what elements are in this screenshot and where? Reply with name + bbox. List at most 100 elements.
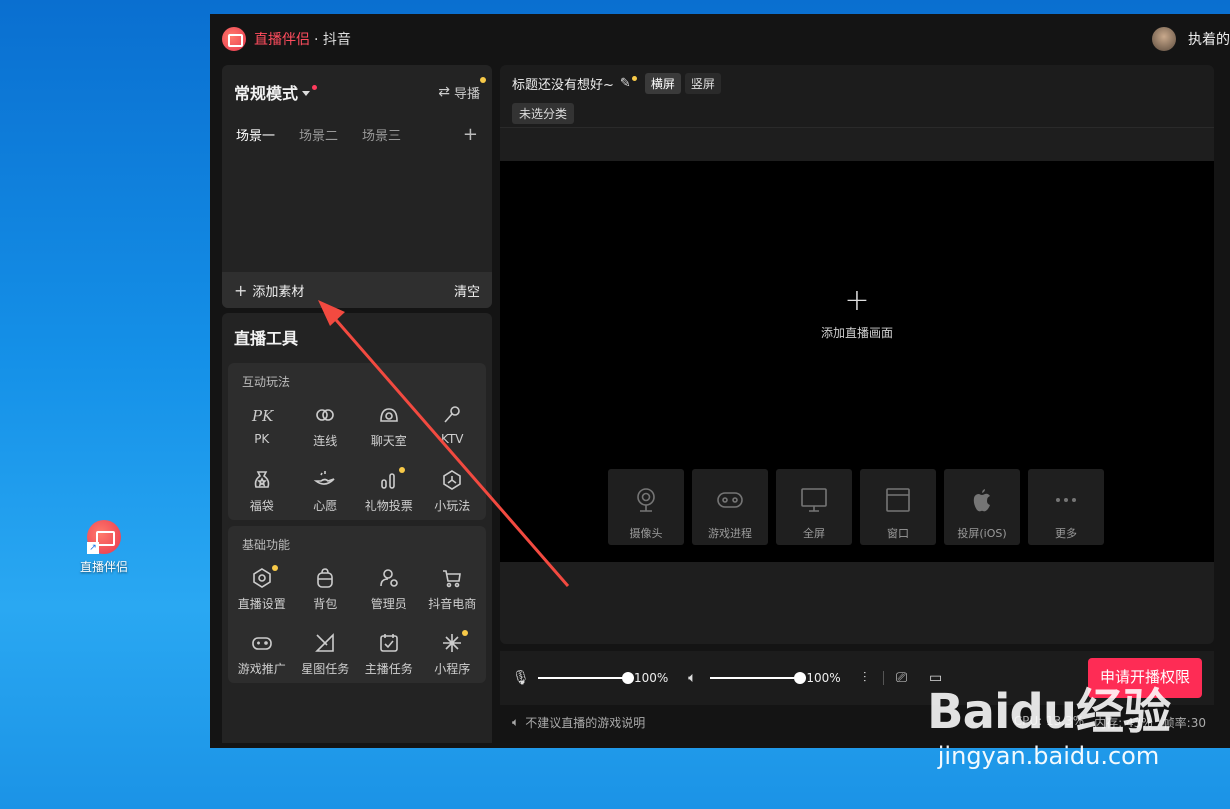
group-label: 互动玩法	[242, 375, 291, 389]
tool-backpack[interactable]: 背包	[294, 565, 358, 612]
tool-link[interactable]: 连线	[294, 402, 358, 449]
live-tools-panel: 直播工具 互动玩法 PK PK 连线 聊天室 KTV 福袋 心愿 礼物投票 小玩…	[222, 313, 492, 743]
microphone-icon	[421, 402, 485, 428]
chevron-down-icon[interactable]	[302, 91, 311, 96]
tool-pk[interactable]: PK PK	[230, 402, 294, 449]
landscape-button[interactable]: 横屏	[644, 73, 681, 94]
tool-label: 主播任务	[364, 662, 413, 676]
tab-scene-3[interactable]: 场景三	[362, 125, 401, 144]
portrait-button[interactable]: 竖屏	[684, 73, 721, 94]
link-icon	[294, 402, 358, 428]
source-fullscreen[interactable]: 全屏	[776, 469, 852, 545]
tool-label: 小程序	[434, 662, 471, 676]
chatroom-icon	[357, 402, 421, 428]
preview-canvas[interactable]: + 添加直播画面 摄像头 游戏进程 全屏 窗口 投屏(iOS) 更多	[500, 161, 1214, 562]
add-scene-icon[interactable]: +	[463, 124, 478, 145]
mic-volume-value: 100%	[634, 671, 669, 685]
source-window[interactable]: 窗口	[860, 469, 936, 545]
source-label: 游戏进程	[708, 527, 752, 540]
tool-chatroom[interactable]: 聊天室	[357, 402, 421, 449]
material-bar: + 添加素材 清空	[222, 272, 492, 308]
category-badge[interactable]: 未选分类	[512, 103, 575, 124]
mic-volume-slider[interactable]	[538, 672, 634, 684]
source-label: 更多	[1055, 527, 1077, 540]
admin-icon	[357, 565, 421, 591]
tool-mini-program[interactable]: 小程序	[421, 630, 485, 677]
lucky-bag-icon	[230, 467, 294, 493]
tool-game-promo[interactable]: 游戏推广	[230, 630, 294, 677]
tab-scene-1[interactable]: 场景一	[236, 125, 275, 144]
tool-ktv[interactable]: KTV	[421, 402, 485, 449]
settings-icon	[230, 565, 294, 591]
plus-icon: +	[844, 283, 870, 318]
source-camera[interactable]: 摄像头	[608, 469, 684, 545]
app-logo-icon	[222, 27, 246, 51]
tool-ecommerce[interactable]: 抖音电商	[421, 565, 485, 612]
speaker-volume-value: 100%	[806, 671, 841, 685]
clear-button[interactable]: 清空	[454, 281, 480, 300]
tool-label: 连线	[313, 434, 338, 448]
pk-icon: PK	[230, 402, 294, 428]
platform-name: · 抖音	[314, 32, 351, 48]
source-more[interactable]: 更多	[1028, 469, 1104, 545]
source-label: 投屏(iOS)	[957, 527, 1007, 540]
tool-gift-vote[interactable]: 礼物投票	[357, 467, 421, 514]
task-icon	[357, 630, 421, 656]
source-game-process[interactable]: 游戏进程	[692, 469, 768, 545]
tool-star-map[interactable]: 星图任务	[294, 630, 358, 677]
watermark-url: jingyan.baidu.com	[937, 742, 1160, 770]
tab-scene-2[interactable]: 场景二	[299, 125, 338, 144]
group-label: 基础功能	[242, 538, 291, 552]
gamepad-icon	[230, 630, 294, 656]
tool-label: 福袋	[249, 499, 274, 513]
user-menu[interactable]: 执着的	[1152, 27, 1230, 51]
edit-icon[interactable]: ✎	[620, 76, 637, 91]
tool-admin[interactable]: 管理员	[357, 565, 421, 612]
add-view-button[interactable]: + 添加直播画面	[500, 286, 1214, 341]
slider-knob[interactable]	[622, 672, 634, 684]
tool-lucky-bag[interactable]: 福袋	[230, 467, 294, 514]
slider-knob[interactable]	[794, 672, 807, 684]
username: 执着的	[1188, 32, 1230, 48]
tool-label: 游戏推广	[237, 662, 286, 676]
camera-icon	[637, 488, 655, 512]
tool-label: 小玩法	[434, 499, 471, 513]
microphone-icon[interactable]: 🎙︎	[512, 670, 530, 686]
tool-wish[interactable]: 心愿	[294, 467, 358, 514]
tool-label: 管理员	[370, 597, 407, 611]
tool-label: 星图任务	[301, 662, 350, 676]
scene-tabs: 场景一 场景二 场景三 +	[222, 124, 492, 145]
gift-vote-icon	[357, 467, 421, 493]
screen-record-icon[interactable]: ⎚	[894, 670, 910, 686]
preview-footer	[500, 562, 1214, 644]
tool-label: 直播设置	[237, 597, 286, 611]
tool-label: 背包	[313, 597, 338, 611]
notification-dot	[271, 565, 278, 571]
apple-icon	[973, 489, 990, 512]
avatar[interactable]	[1152, 27, 1176, 51]
tool-streamer-task[interactable]: 主播任务	[357, 630, 421, 677]
divider	[882, 671, 884, 685]
wish-lamp-icon	[294, 467, 358, 493]
tool-label: 心愿	[313, 499, 338, 513]
source-list: 摄像头 游戏进程 全屏 窗口 投屏(iOS) 更多	[608, 469, 1112, 545]
director-button[interactable]: ⇄ 导播	[438, 76, 486, 102]
mode-selector[interactable]: 常规模式	[234, 80, 298, 104]
source-ios-cast[interactable]: 投屏(iOS)	[944, 469, 1020, 545]
add-material-button[interactable]: 添加素材	[252, 281, 304, 300]
svg-text:PK: PK	[251, 407, 274, 425]
stream-area: 标题还没有想好~ ✎ 横屏 竖屏 未选分类 + 添加直播画面 摄像头 游戏进程	[500, 65, 1214, 645]
toolbar-strip	[500, 127, 1214, 161]
desktop-shortcut-label: 直播伴侣	[79, 560, 128, 574]
mixer-icon[interactable]: ⫶	[857, 670, 873, 686]
scene-panel: 常规模式 ⇄ 导播 场景一 场景二 场景三 + + 添加素材 清空	[222, 65, 492, 308]
desktop-shortcut-icon[interactable]: ↗ 直播伴侣	[72, 520, 136, 575]
tool-live-settings[interactable]: 直播设置	[230, 565, 294, 612]
speaker-muted-icon: 🔈︎	[512, 714, 520, 729]
plus-icon[interactable]: +	[234, 281, 247, 300]
tool-mini-game[interactable]: 小玩法	[421, 467, 485, 514]
speaker-volume-slider[interactable]	[710, 672, 807, 684]
game-notice-link[interactable]: 不建议直播的游戏说明	[525, 714, 645, 731]
stream-title[interactable]: 标题还没有想好~	[512, 74, 614, 93]
speaker-icon[interactable]: 🔈︎	[684, 670, 700, 686]
